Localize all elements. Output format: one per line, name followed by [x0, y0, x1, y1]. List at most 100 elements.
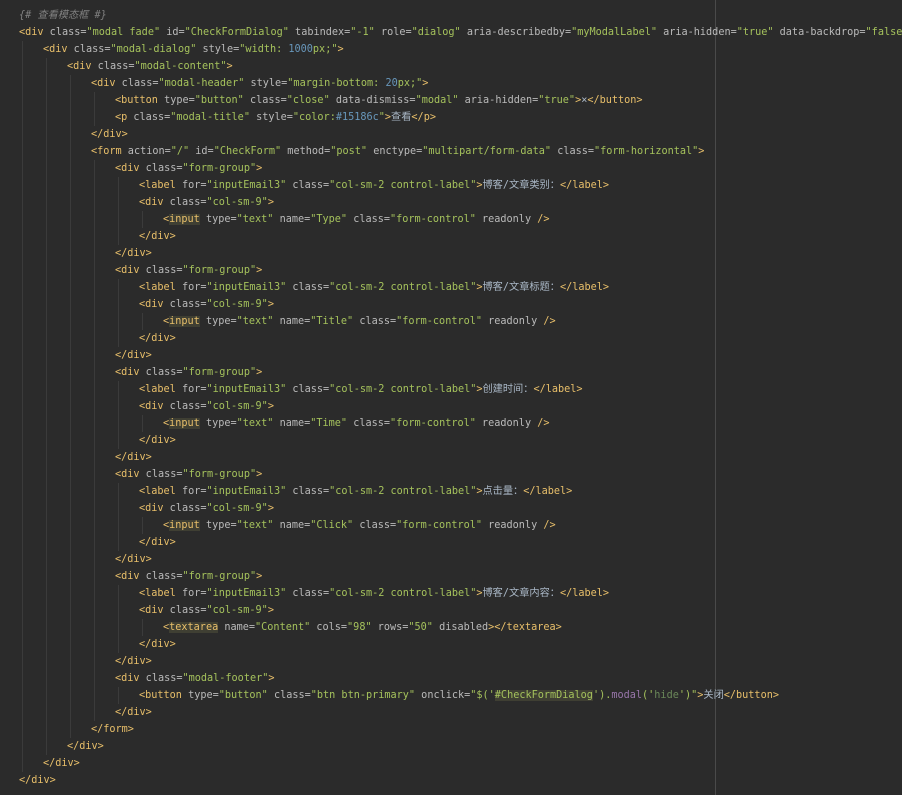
code-line[interactable]: <p class="modal-title" style="color:#151…	[0, 109, 902, 126]
code-line[interactable]: </div>	[0, 432, 902, 449]
code-token: <div	[43, 44, 68, 55]
indent-guide	[22, 432, 23, 449]
code-token: "form-group"	[182, 469, 257, 480]
indent-guide	[22, 517, 23, 534]
code-token: "col-sm-2 control-label"	[329, 282, 477, 293]
code-token: >	[256, 163, 263, 174]
indent-guide	[70, 398, 71, 415]
code-token: </label>	[559, 588, 610, 599]
code-line[interactable]: <label for="inputEmail3" class="col-sm-2…	[0, 381, 902, 398]
code-line[interactable]: </div>	[0, 738, 902, 755]
code-line[interactable]: </div>	[0, 551, 902, 568]
code-line[interactable]: </div>	[0, 228, 902, 245]
indent-guide	[94, 449, 95, 466]
indent-guide	[46, 738, 47, 755]
indent-guide	[94, 534, 95, 551]
code-token: 查看	[391, 112, 412, 123]
code-line[interactable]: </div>	[0, 449, 902, 466]
code-line[interactable]: <div class="form-group">	[0, 568, 902, 585]
code-line[interactable]: <div class="modal fade" id="CheckFormDia…	[0, 24, 902, 41]
indent-guide	[46, 602, 47, 619]
indent-guide	[22, 381, 23, 398]
code-line[interactable]: </div>	[0, 755, 902, 772]
indent-guide	[94, 296, 95, 313]
indent-guide	[22, 755, 23, 772]
indent-guide	[46, 568, 47, 585]
code-token: class=	[353, 316, 397, 327]
indent-guide	[22, 75, 23, 92]
code-line[interactable]: {# 查看模态框 #}	[0, 7, 902, 24]
code-token: "dialog"	[411, 27, 461, 38]
code-line[interactable]: <input type="text" name="Title" class="f…	[0, 313, 902, 330]
code-lines[interactable]: {# 查看模态框 #} <div class="modal fade" id="C…	[0, 7, 902, 789]
code-line[interactable]: <div class="col-sm-9">	[0, 500, 902, 517]
code-token: readonly	[475, 214, 538, 225]
code-token: "-1"	[350, 27, 375, 38]
code-line[interactable]: </div>	[0, 245, 902, 262]
code-line[interactable]: <label for="inputEmail3" class="col-sm-2…	[0, 585, 902, 602]
indent-guide	[70, 483, 71, 500]
code-line[interactable]: <button type="button" class="btn btn-pri…	[0, 687, 902, 704]
code-token: tabindex=	[288, 27, 351, 38]
indent-guide	[22, 398, 23, 415]
code-token: "col-sm-2 control-label"	[329, 486, 477, 497]
code-line[interactable]: <div class="form-group">	[0, 160, 902, 177]
indent-guide	[70, 636, 71, 653]
code-token: 关闭	[703, 690, 724, 701]
code-line[interactable]: <input type="text" name="Time" class="fo…	[0, 415, 902, 432]
code-token: "form-group"	[182, 367, 257, 378]
code-line[interactable]: <div class="form-group">	[0, 262, 902, 279]
code-line[interactable]: <textarea name="Content" cols="98" rows=…	[0, 619, 902, 636]
code-line[interactable]: </div>	[0, 330, 902, 347]
code-line[interactable]: <div class="modal-dialog" style="width: …	[0, 41, 902, 58]
code-line[interactable]: <div class="col-sm-9">	[0, 602, 902, 619]
code-line[interactable]: <label for="inputEmail3" class="col-sm-2…	[0, 279, 902, 296]
code-line[interactable]: <button type="button" class="close" data…	[0, 92, 902, 109]
code-token: 博客/文章内容：	[482, 588, 560, 599]
indent-guide	[70, 551, 71, 568]
indent-guide	[46, 500, 47, 517]
code-token: "98"	[347, 622, 372, 633]
indent-guide	[94, 313, 95, 330]
code-line[interactable]: </form>	[0, 721, 902, 738]
code-line[interactable]: </div>	[0, 772, 902, 789]
code-line[interactable]: <div class="col-sm-9">	[0, 194, 902, 211]
code-token: "col-sm-2 control-label"	[329, 180, 477, 191]
code-line[interactable]: <div class="col-sm-9">	[0, 296, 902, 313]
code-line[interactable]: <div class="modal-content">	[0, 58, 902, 75]
indent-guide	[22, 500, 23, 517]
code-line[interactable]: <div class="form-group">	[0, 364, 902, 381]
code-line[interactable]: </div>	[0, 534, 902, 551]
code-line[interactable]: </div>	[0, 704, 902, 721]
code-line[interactable]: <input type="text" name="Click" class="f…	[0, 517, 902, 534]
code-line[interactable]: <div class="form-group">	[0, 466, 902, 483]
indent-guide	[22, 534, 23, 551]
indent-guide	[94, 568, 95, 585]
code-line[interactable]: <label for="inputEmail3" class="col-sm-2…	[0, 177, 902, 194]
code-token: id=	[160, 27, 185, 38]
code-token: {# 查看模态框 #}	[19, 10, 107, 21]
indent-guide	[22, 279, 23, 296]
code-token: type=	[157, 95, 195, 106]
indent-guide	[118, 228, 119, 245]
code-token: </div>	[115, 248, 152, 259]
code-token: for=	[175, 180, 207, 191]
code-line[interactable]: <input type="text" name="Type" class="fo…	[0, 211, 902, 228]
indent-guide	[22, 449, 23, 466]
code-line[interactable]: </div>	[0, 653, 902, 670]
code-line[interactable]: </div>	[0, 126, 902, 143]
code-line[interactable]: <div class="modal-header" style="margin-…	[0, 75, 902, 92]
code-token: <div	[115, 367, 140, 378]
code-editor[interactable]: {# 查看模态框 #} <div class="modal fade" id="C…	[0, 0, 902, 795]
indent-guide	[142, 517, 143, 534]
code-line[interactable]: </div>	[0, 636, 902, 653]
code-line[interactable]: </div>	[0, 347, 902, 364]
code-line[interactable]: <label for="inputEmail3" class="col-sm-2…	[0, 483, 902, 500]
code-line[interactable]: <div class="col-sm-9">	[0, 398, 902, 415]
code-line[interactable]: <div class="modal-footer">	[0, 670, 902, 687]
code-line[interactable]: <form action="/" id="CheckForm" method="…	[0, 143, 902, 160]
indent-guide	[46, 534, 47, 551]
code-token: input	[169, 316, 200, 327]
indent-guide	[70, 415, 71, 432]
code-token: for=	[175, 486, 207, 497]
